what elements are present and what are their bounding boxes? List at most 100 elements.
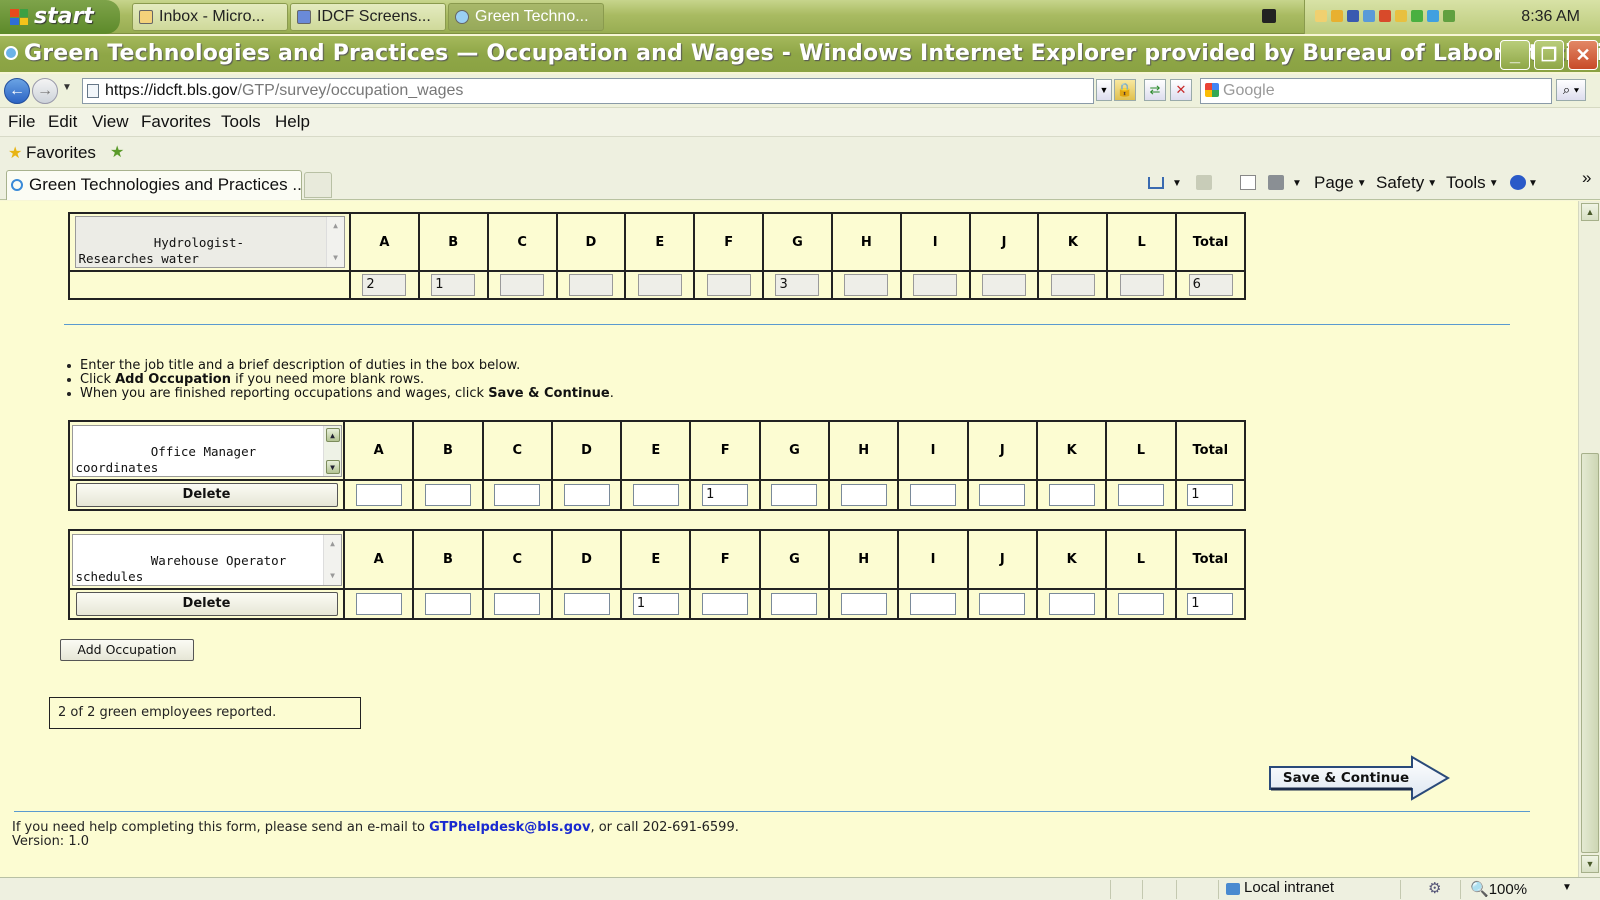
taskbar-item-ie[interactable]: Green Techno... bbox=[448, 3, 604, 31]
clock[interactable]: 8:36 AM bbox=[1521, 0, 1580, 34]
wage-input-d[interactable] bbox=[563, 484, 610, 506]
tab-green-technologies[interactable]: Green Technologies and Practices ... bbox=[6, 170, 302, 200]
wage-input-k[interactable] bbox=[1048, 593, 1095, 615]
new-tab-button[interactable] bbox=[304, 172, 332, 198]
search-button[interactable]: ⌕ ▾ bbox=[1556, 79, 1586, 101]
refresh-icon[interactable]: ⇄ bbox=[1144, 79, 1166, 101]
wage-input-h[interactable] bbox=[840, 484, 887, 506]
start-button[interactable]: start bbox=[0, 0, 120, 34]
favorites-star-icon[interactable]: ★ bbox=[8, 143, 22, 163]
description-textarea[interactable]: Warehouse Operator schedules pickup and … bbox=[71, 533, 342, 586]
menu-view[interactable]: View bbox=[92, 112, 129, 132]
wage-input-total[interactable]: 1 bbox=[1187, 593, 1234, 615]
zoom-level[interactable]: 🔍100% bbox=[1470, 880, 1527, 898]
wage-input-d[interactable] bbox=[563, 593, 610, 615]
page-menu[interactable]: Page ▼ bbox=[1314, 173, 1367, 193]
back-button[interactable]: ← bbox=[4, 78, 30, 104]
recent-pages-chevron-icon[interactable]: ▼ bbox=[62, 82, 72, 93]
wage-input-g[interactable] bbox=[771, 484, 818, 506]
protected-mode-icon[interactable]: ⚙ bbox=[1428, 879, 1441, 897]
wage-input-j[interactable] bbox=[979, 484, 1026, 506]
wage-input-e[interactable]: 1 bbox=[632, 593, 679, 615]
search-input[interactable]: Google bbox=[1200, 78, 1552, 104]
save-continue-button[interactable]: Save & Continue bbox=[1268, 755, 1452, 801]
add-favorite-icon[interactable]: ★ bbox=[110, 142, 124, 162]
wage-input-f[interactable] bbox=[702, 593, 749, 615]
more-commands-icon[interactable]: » bbox=[1582, 168, 1591, 188]
help-icon[interactable] bbox=[1262, 9, 1276, 23]
outlook-tray-icon[interactable] bbox=[1331, 10, 1343, 22]
taskbar-item-outlook[interactable]: Inbox - Micro... bbox=[132, 3, 288, 31]
scroll-down-icon[interactable]: ▼ bbox=[1581, 855, 1599, 873]
zoom-dropdown-icon[interactable]: ▼ bbox=[1562, 882, 1572, 893]
scroll-up-icon[interactable]: ▲ bbox=[1581, 203, 1599, 221]
menu-favorites[interactable]: Favorites bbox=[141, 112, 211, 132]
wage-input-k[interactable] bbox=[1048, 484, 1095, 506]
close-button[interactable]: ✕ bbox=[1568, 40, 1598, 70]
alert-icon[interactable] bbox=[1379, 10, 1391, 22]
url-input[interactable]: https://idcft.bls.gov/GTP/survey/occupat… bbox=[82, 78, 1094, 104]
restore-button[interactable]: ❐ bbox=[1534, 40, 1564, 70]
wage-input-b[interactable] bbox=[424, 593, 471, 615]
help-dropdown-icon[interactable]: ▼ bbox=[1528, 178, 1538, 189]
taskbar-item-word[interactable]: IDCF Screens... bbox=[290, 3, 446, 31]
wage-input-f[interactable]: 1 bbox=[702, 484, 749, 506]
url-dropdown-icon[interactable]: ▼ bbox=[1096, 79, 1112, 101]
description-scrollbar[interactable]: ▲ ▼ bbox=[322, 534, 341, 585]
wage-input-l[interactable] bbox=[1117, 593, 1164, 615]
lock-icon[interactable]: 🔒 bbox=[1114, 79, 1136, 101]
wage-input-h[interactable] bbox=[840, 593, 887, 615]
wage-input-l[interactable] bbox=[1117, 484, 1164, 506]
wage-input-total[interactable]: 1 bbox=[1187, 484, 1234, 506]
wage-input-e[interactable] bbox=[632, 484, 679, 506]
network-icon[interactable] bbox=[1363, 10, 1375, 22]
scroll-thumb[interactable] bbox=[1581, 453, 1599, 853]
forward-button[interactable]: → bbox=[32, 78, 58, 104]
safety-menu[interactable]: Safety ▼ bbox=[1376, 173, 1437, 193]
power-icon[interactable] bbox=[1395, 10, 1407, 22]
wage-input-g[interactable] bbox=[771, 593, 818, 615]
wage-input-i[interactable] bbox=[910, 593, 957, 615]
address-bar: ← → ▼ https://idcft.bls.gov/GTP/survey/o… bbox=[0, 74, 1600, 108]
stop-icon[interactable]: ✕ bbox=[1170, 79, 1192, 101]
feeds-icon[interactable] bbox=[1196, 175, 1212, 190]
help-menu-icon[interactable] bbox=[1510, 175, 1526, 190]
window-title-bar[interactable]: Green Technologies and Practices — Occup… bbox=[0, 36, 1600, 72]
mail-icon[interactable] bbox=[1315, 10, 1327, 22]
description-scrollbar[interactable]: ▲ ▼ bbox=[325, 217, 344, 267]
scroll-down-icon[interactable]: ▼ bbox=[325, 459, 340, 474]
print-icon[interactable] bbox=[1268, 175, 1284, 190]
wage-input-j[interactable] bbox=[979, 593, 1026, 615]
helpdesk-email-link[interactable]: GTPhelpdesk@bls.gov bbox=[429, 820, 590, 835]
messenger-icon[interactable] bbox=[1427, 10, 1439, 22]
favorites-button[interactable]: Favorites bbox=[26, 143, 96, 163]
description-textarea[interactable]: Hydrologist- Researches water usage and … bbox=[74, 216, 345, 268]
page-scrollbar[interactable]: ▲ ▼ bbox=[1578, 201, 1600, 877]
read-mail-icon[interactable] bbox=[1240, 175, 1256, 190]
intranet-zone-icon bbox=[1226, 883, 1240, 895]
menu-file[interactable]: File bbox=[8, 112, 35, 132]
wage-input-c[interactable] bbox=[494, 484, 541, 506]
home-dropdown-icon[interactable]: ▼ bbox=[1172, 178, 1182, 189]
wage-input-a[interactable] bbox=[355, 484, 402, 506]
volume-icon[interactable] bbox=[1443, 10, 1455, 22]
connection-icon[interactable] bbox=[1411, 10, 1423, 22]
wage-input-i[interactable] bbox=[910, 484, 957, 506]
shield-icon[interactable] bbox=[1347, 10, 1359, 22]
menu-tools[interactable]: Tools bbox=[221, 112, 261, 132]
delete-button[interactable]: Delete bbox=[75, 592, 338, 616]
delete-button[interactable]: Delete bbox=[75, 483, 338, 507]
print-dropdown-icon[interactable]: ▼ bbox=[1292, 178, 1302, 189]
add-occupation-button[interactable]: Add Occupation bbox=[60, 639, 194, 661]
wage-input-c[interactable] bbox=[494, 593, 541, 615]
menu-edit[interactable]: Edit bbox=[48, 112, 77, 132]
wage-input-b[interactable] bbox=[424, 484, 471, 506]
menu-help[interactable]: Help bbox=[275, 112, 310, 132]
home-icon[interactable] bbox=[1148, 177, 1164, 189]
scroll-up-icon[interactable]: ▲ bbox=[325, 427, 340, 442]
description-scrollbar[interactable]: ▲ ▼ bbox=[322, 425, 341, 476]
wage-input-a[interactable] bbox=[355, 593, 402, 615]
minimize-button[interactable]: _ bbox=[1500, 40, 1530, 70]
description-textarea[interactable]: Office Manager coordinates the recycling… bbox=[71, 424, 342, 477]
tools-menu[interactable]: Tools ▼ bbox=[1446, 173, 1499, 193]
